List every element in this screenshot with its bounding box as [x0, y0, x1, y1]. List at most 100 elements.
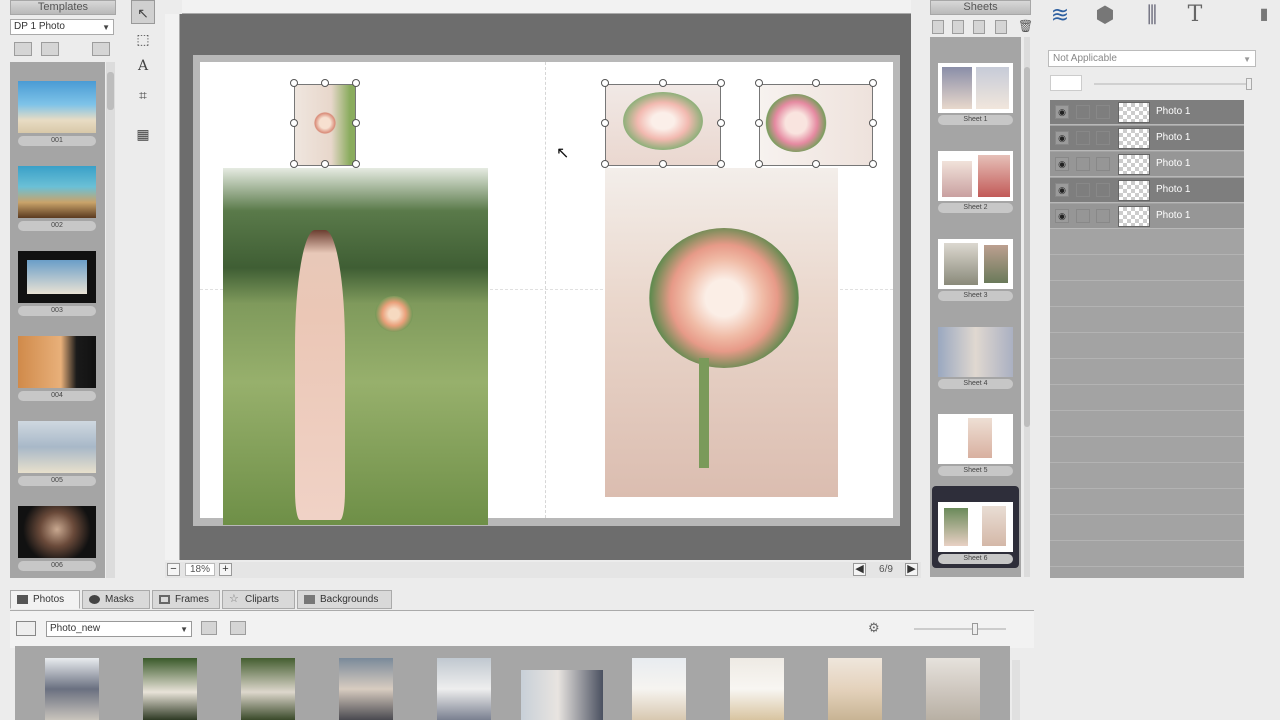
- layer-row[interactable]: ◉ Photo 1: [1050, 100, 1244, 125]
- photo-thumbnail[interactable]: [521, 670, 603, 720]
- photo-thumbnail[interactable]: [143, 658, 197, 720]
- resize-handle[interactable]: [869, 160, 877, 168]
- zoom-out-button[interactable]: −: [167, 563, 180, 576]
- zoom-in-button[interactable]: +: [219, 563, 232, 576]
- visibility-eye-icon[interactable]: ◉: [1055, 157, 1069, 171]
- photo-thumbnail[interactable]: [339, 658, 393, 720]
- visibility-eye-icon[interactable]: ◉: [1055, 131, 1069, 145]
- trash-icon[interactable]: 🗑: [1018, 19, 1033, 33]
- resize-handle[interactable]: [601, 119, 609, 127]
- sheets-scrollbar[interactable]: [1024, 37, 1030, 577]
- resize-handle[interactable]: [290, 160, 298, 168]
- template-category-select[interactable]: DP 1 Photo ▼: [10, 19, 114, 35]
- resize-handle[interactable]: [290, 79, 298, 87]
- blend-mode-select[interactable]: Not Applicable ▼: [1048, 50, 1256, 67]
- adjustments-tab-icon[interactable]: ⫼: [1138, 2, 1166, 30]
- photo-folder-select[interactable]: Photo_new ▼: [46, 621, 192, 637]
- resize-handle[interactable]: [717, 160, 725, 168]
- photo-thumbnail[interactable]: [632, 658, 686, 720]
- resize-handle[interactable]: [869, 79, 877, 87]
- pointer-tool-icon[interactable]: ↖: [131, 0, 155, 24]
- bouquet-photo-frame[interactable]: [605, 168, 838, 497]
- resize-handle[interactable]: [659, 160, 667, 168]
- link-toggle[interactable]: [1096, 131, 1110, 145]
- visibility-eye-icon[interactable]: ◉: [1055, 183, 1069, 197]
- tab-cliparts[interactable]: ☆ Cliparts: [222, 590, 295, 609]
- resize-handle[interactable]: [812, 79, 820, 87]
- sheet-item-2[interactable]: Sheet 2: [938, 151, 1013, 213]
- resize-handle[interactable]: [755, 79, 763, 87]
- sheet-item-1[interactable]: Sheet 1: [938, 63, 1013, 125]
- photo-strip-scrollbar[interactable]: [1012, 660, 1020, 720]
- paste-sheet-icon[interactable]: [995, 20, 1007, 34]
- link-toggle[interactable]: [1096, 209, 1110, 223]
- photo-thumbnail[interactable]: [241, 658, 295, 720]
- sheet-item-6[interactable]: Sheet 6: [938, 502, 1013, 564]
- layer-row[interactable]: ◉ Photo 1: [1050, 178, 1244, 203]
- resize-handle[interactable]: [290, 119, 298, 127]
- resize-handle[interactable]: [812, 160, 820, 168]
- resize-handle[interactable]: [869, 119, 877, 127]
- template-item-002[interactable]: 002: [18, 166, 96, 231]
- image-icon[interactable]: [16, 621, 36, 636]
- layer-row[interactable]: ◉ Photo 1: [1050, 152, 1244, 177]
- opacity-input[interactable]: [1050, 75, 1082, 91]
- sheet-item-3[interactable]: Sheet 3: [938, 239, 1013, 301]
- tab-backgrounds[interactable]: Backgrounds: [297, 590, 392, 609]
- resize-handle[interactable]: [352, 119, 360, 127]
- resize-handle[interactable]: [352, 160, 360, 168]
- template-item-004[interactable]: 004: [18, 336, 96, 401]
- tab-photos[interactable]: Photos: [10, 590, 80, 609]
- text-tab-icon[interactable]: T: [1181, 2, 1209, 30]
- add-folder-icon[interactable]: [230, 621, 246, 635]
- layer-row[interactable]: ◉ Photo 1: [1050, 204, 1244, 229]
- sheet-item-4[interactable]: Sheet 4: [938, 327, 1013, 389]
- lock-toggle[interactable]: [1076, 131, 1090, 145]
- settings-gear-icon[interactable]: ⚙: [868, 620, 880, 636]
- sheet-item-5[interactable]: Sheet 5: [938, 414, 1013, 476]
- template-list-scrollbar[interactable]: [106, 62, 115, 578]
- folder-icon[interactable]: [201, 621, 217, 635]
- resize-handle[interactable]: [321, 79, 329, 87]
- copy-sheet-icon[interactable]: [973, 20, 985, 34]
- marquee-tool-icon[interactable]: ⬚: [131, 27, 155, 51]
- previous-page-button[interactable]: ◀: [853, 563, 866, 576]
- link-toggle[interactable]: [1096, 183, 1110, 197]
- photo-thumbnail[interactable]: [437, 658, 491, 720]
- zoom-level[interactable]: 18%: [185, 563, 215, 576]
- layer-row[interactable]: ◉ Photo 1: [1050, 126, 1244, 151]
- resize-handle[interactable]: [717, 119, 725, 127]
- photo-thumbnail[interactable]: [45, 658, 99, 720]
- cube-tab-icon[interactable]: ⬢: [1091, 2, 1119, 30]
- tab-masks[interactable]: Masks: [82, 590, 150, 609]
- resize-handle[interactable]: [717, 79, 725, 87]
- panel-toggle-icon[interactable]: ▮: [1256, 2, 1272, 30]
- template-item-003[interactable]: 003: [18, 251, 96, 316]
- photo-thumbnail[interactable]: [730, 658, 784, 720]
- resize-handle[interactable]: [755, 160, 763, 168]
- link-toggle[interactable]: [1096, 105, 1110, 119]
- visibility-eye-icon[interactable]: ◉: [1055, 209, 1069, 223]
- link-toggle[interactable]: [1096, 157, 1110, 171]
- thumbnail-size-slider[interactable]: [914, 623, 1006, 635]
- folder-icon[interactable]: [14, 42, 32, 56]
- resize-handle[interactable]: [601, 160, 609, 168]
- lock-toggle[interactable]: [1076, 183, 1090, 197]
- resize-handle[interactable]: [601, 79, 609, 87]
- opacity-slider[interactable]: [1094, 78, 1252, 90]
- lock-toggle[interactable]: [1076, 209, 1090, 223]
- photo-thumbnail[interactable]: [828, 658, 882, 720]
- template-item-005[interactable]: 005: [18, 421, 96, 486]
- resize-handle[interactable]: [659, 79, 667, 87]
- template-item-001[interactable]: 001: [18, 81, 96, 146]
- grid-tool-icon[interactable]: ▦: [131, 122, 155, 146]
- visibility-eye-icon[interactable]: ◉: [1055, 105, 1069, 119]
- add-folder-icon[interactable]: [41, 42, 59, 56]
- text-tool-icon[interactable]: A: [131, 54, 155, 78]
- resize-handle[interactable]: [321, 160, 329, 168]
- resize-handle[interactable]: [352, 79, 360, 87]
- layers-tab-icon[interactable]: ≋: [1046, 2, 1074, 30]
- add-sheet-icon[interactable]: [932, 20, 944, 34]
- tab-frames[interactable]: Frames: [152, 590, 220, 609]
- next-page-button[interactable]: ▶: [905, 563, 918, 576]
